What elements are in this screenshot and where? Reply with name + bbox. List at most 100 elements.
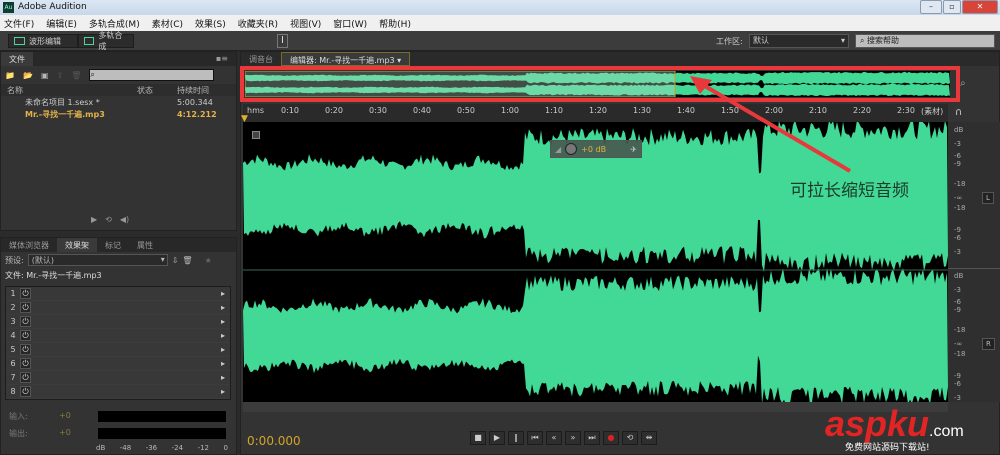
tab-editor[interactable]: 编辑器: Mr.-寻找一千遍.mp3 ▾ bbox=[281, 52, 411, 66]
slot-menu-arrow-icon[interactable]: ▸ bbox=[216, 289, 230, 298]
loop-icon[interactable]: ⟲ bbox=[105, 215, 112, 224]
slot-menu-arrow-icon[interactable]: ▸ bbox=[216, 331, 230, 340]
tab-effects-0[interactable]: 媒体浏览器 bbox=[1, 238, 57, 252]
power-icon[interactable]: ⏻ bbox=[20, 288, 31, 299]
channel-0-button[interactable]: L bbox=[982, 192, 994, 204]
time-selection-tool-icon[interactable]: I bbox=[277, 34, 288, 48]
output-meter bbox=[98, 428, 226, 439]
power-icon[interactable]: ⏻ bbox=[20, 330, 31, 341]
table-row[interactable]: 未命名项目 1.sesx * 5:00.344 bbox=[1, 96, 236, 108]
menu-item[interactable]: 帮助(H) bbox=[379, 17, 411, 30]
skip-selection-button[interactable]: ⇹ bbox=[641, 431, 657, 445]
power-icon[interactable]: ⏻ bbox=[20, 302, 31, 313]
pause-button[interactable]: ‖ bbox=[508, 431, 524, 445]
favorite-icon[interactable]: ★ bbox=[205, 256, 212, 265]
effect-slot[interactable]: 6 ⏻ ▸ bbox=[6, 357, 230, 371]
gain-knob[interactable] bbox=[565, 143, 578, 155]
open-folder-icon[interactable]: 📁 bbox=[5, 71, 15, 80]
power-icon[interactable]: ⏻ bbox=[20, 386, 31, 397]
effect-slot[interactable]: 5 ⏻ ▸ bbox=[6, 343, 230, 357]
effect-slot[interactable]: 8 ⏻ ▸ bbox=[6, 385, 230, 399]
new-file-icon[interactable]: ▣ bbox=[41, 71, 49, 80]
files-search-input[interactable]: ⌕ bbox=[89, 69, 215, 81]
meter-tick: 0 bbox=[223, 444, 228, 452]
effect-slot[interactable]: 3 ⏻ ▸ bbox=[6, 315, 230, 329]
play-icon[interactable]: ▶ bbox=[91, 215, 97, 224]
power-icon[interactable]: ⏻ bbox=[20, 372, 31, 383]
play-button[interactable]: ▶ bbox=[489, 431, 505, 445]
menu-item[interactable]: 视图(V) bbox=[290, 17, 321, 30]
menu-item[interactable]: 收藏夹(R) bbox=[238, 17, 278, 30]
effect-slot[interactable]: 2 ⏻ ▸ bbox=[6, 301, 230, 315]
speaker-icon[interactable]: ◀) bbox=[120, 215, 129, 224]
tab-mixer[interactable]: 调音台 bbox=[241, 52, 281, 66]
menu-item[interactable]: 编辑(E) bbox=[46, 17, 77, 30]
minimize-button[interactable]: – bbox=[920, 0, 942, 14]
power-icon[interactable]: ⏻ bbox=[20, 344, 31, 355]
headphones-icon[interactable]: ∩ bbox=[955, 107, 962, 118]
column-duration[interactable]: 持续时间 bbox=[177, 85, 209, 96]
rewind-button[interactable]: « bbox=[546, 431, 562, 445]
tab-effects-3[interactable]: 属性 bbox=[129, 238, 161, 252]
workspace-select[interactable]: 默认 ▾ bbox=[749, 34, 849, 48]
multitrack-button[interactable]: 多轨合成 bbox=[78, 31, 134, 51]
panel-menu-icon[interactable]: ▪≡ bbox=[208, 52, 236, 66]
save-preset-icon[interactable]: ⇩ bbox=[172, 256, 179, 265]
menu-item[interactable]: 文件(F) bbox=[4, 17, 34, 30]
input-gain-value[interactable]: +0 bbox=[59, 411, 71, 420]
search-icon: ⌕ bbox=[860, 36, 868, 45]
toolbar: 波形编辑 多轨合成 I 工作区: 默认 ▾ ⌕ 搜索帮助 bbox=[0, 31, 1000, 76]
db-tick: -3 bbox=[954, 248, 961, 256]
tab-effects-2[interactable]: 标记 bbox=[97, 238, 129, 252]
import-icon[interactable]: 📂 bbox=[23, 71, 33, 80]
effect-slot[interactable]: 1 ⏻ ▸ bbox=[6, 287, 230, 301]
slot-menu-arrow-icon[interactable]: ▸ bbox=[216, 373, 230, 382]
delete-preset-icon[interactable]: 🗑 bbox=[182, 256, 192, 265]
search-help-input[interactable]: ⌕ 搜索帮助 bbox=[855, 34, 995, 48]
menu-item[interactable]: 效果(S) bbox=[195, 17, 226, 30]
db-tick: -6 bbox=[954, 298, 961, 306]
channel-1-button[interactable]: R bbox=[982, 338, 995, 350]
overview-view-range[interactable] bbox=[245, 71, 676, 97]
slot-number: 8 bbox=[10, 387, 16, 396]
tab-files[interactable]: 文件 bbox=[1, 52, 33, 66]
hud-gain[interactable]: ◢ +0 dB ✈ bbox=[550, 140, 642, 158]
effect-slot[interactable]: 7 ⏻ ▸ bbox=[6, 371, 230, 385]
slot-menu-arrow-icon[interactable]: ▸ bbox=[216, 387, 230, 396]
db-tick: -18 bbox=[954, 180, 966, 188]
maximize-button[interactable]: ▫ bbox=[943, 0, 961, 14]
zoom-icon[interactable]: ⌕ bbox=[960, 78, 966, 89]
pin-icon[interactable]: ✈ bbox=[630, 145, 637, 154]
slot-menu-arrow-icon[interactable]: ▸ bbox=[216, 345, 230, 354]
meter-tick: dB bbox=[96, 444, 106, 452]
output-gain-value[interactable]: +0 bbox=[59, 428, 71, 437]
tab-effects-1[interactable]: 效果架 bbox=[57, 238, 97, 252]
loop-button[interactable]: ⟲ bbox=[622, 431, 638, 445]
power-icon[interactable]: ⏻ bbox=[20, 316, 31, 327]
effect-slot[interactable]: 4 ⏻ ▸ bbox=[6, 329, 230, 343]
insert-icon[interactable]: ⇪ bbox=[57, 71, 64, 80]
hud-gain-value[interactable]: +0 dB bbox=[581, 145, 606, 154]
slot-menu-arrow-icon[interactable]: ▸ bbox=[216, 317, 230, 326]
ruler-tick: 0:40 bbox=[413, 106, 431, 115]
column-status[interactable]: 状态 bbox=[137, 85, 177, 96]
table-row[interactable]: Mr.-寻找一千遍.mp3 4:12.212 bbox=[1, 108, 236, 120]
power-icon[interactable]: ⏻ bbox=[20, 358, 31, 369]
slot-menu-arrow-icon[interactable]: ▸ bbox=[216, 303, 230, 312]
stop-button[interactable]: ■ bbox=[470, 431, 486, 445]
record-button[interactable]: ● bbox=[603, 431, 619, 445]
menu-item[interactable]: 窗口(W) bbox=[333, 17, 367, 30]
fast-forward-button[interactable]: » bbox=[565, 431, 581, 445]
preset-select[interactable]: (默认) ▾ bbox=[27, 254, 168, 266]
go-to-end-button[interactable]: ⏭ bbox=[584, 431, 600, 445]
column-name[interactable]: 名称 bbox=[7, 85, 137, 96]
menu-item[interactable]: 多轨合成(M) bbox=[89, 17, 140, 30]
slot-menu-arrow-icon[interactable]: ▸ bbox=[216, 359, 230, 368]
menu-item[interactable]: 素材(C) bbox=[152, 17, 183, 30]
delete-icon[interactable]: 🗑 bbox=[71, 71, 81, 80]
go-to-start-button[interactable]: ⏮ bbox=[527, 431, 543, 445]
close-button[interactable]: ✕ bbox=[962, 0, 998, 14]
effects-file-label: 文件: Mr.-寻找一千遍.mp3 bbox=[5, 270, 102, 280]
spectral-toggle-icon[interactable] bbox=[252, 131, 260, 139]
waveform-edit-button[interactable]: 波形编辑 bbox=[8, 34, 78, 48]
